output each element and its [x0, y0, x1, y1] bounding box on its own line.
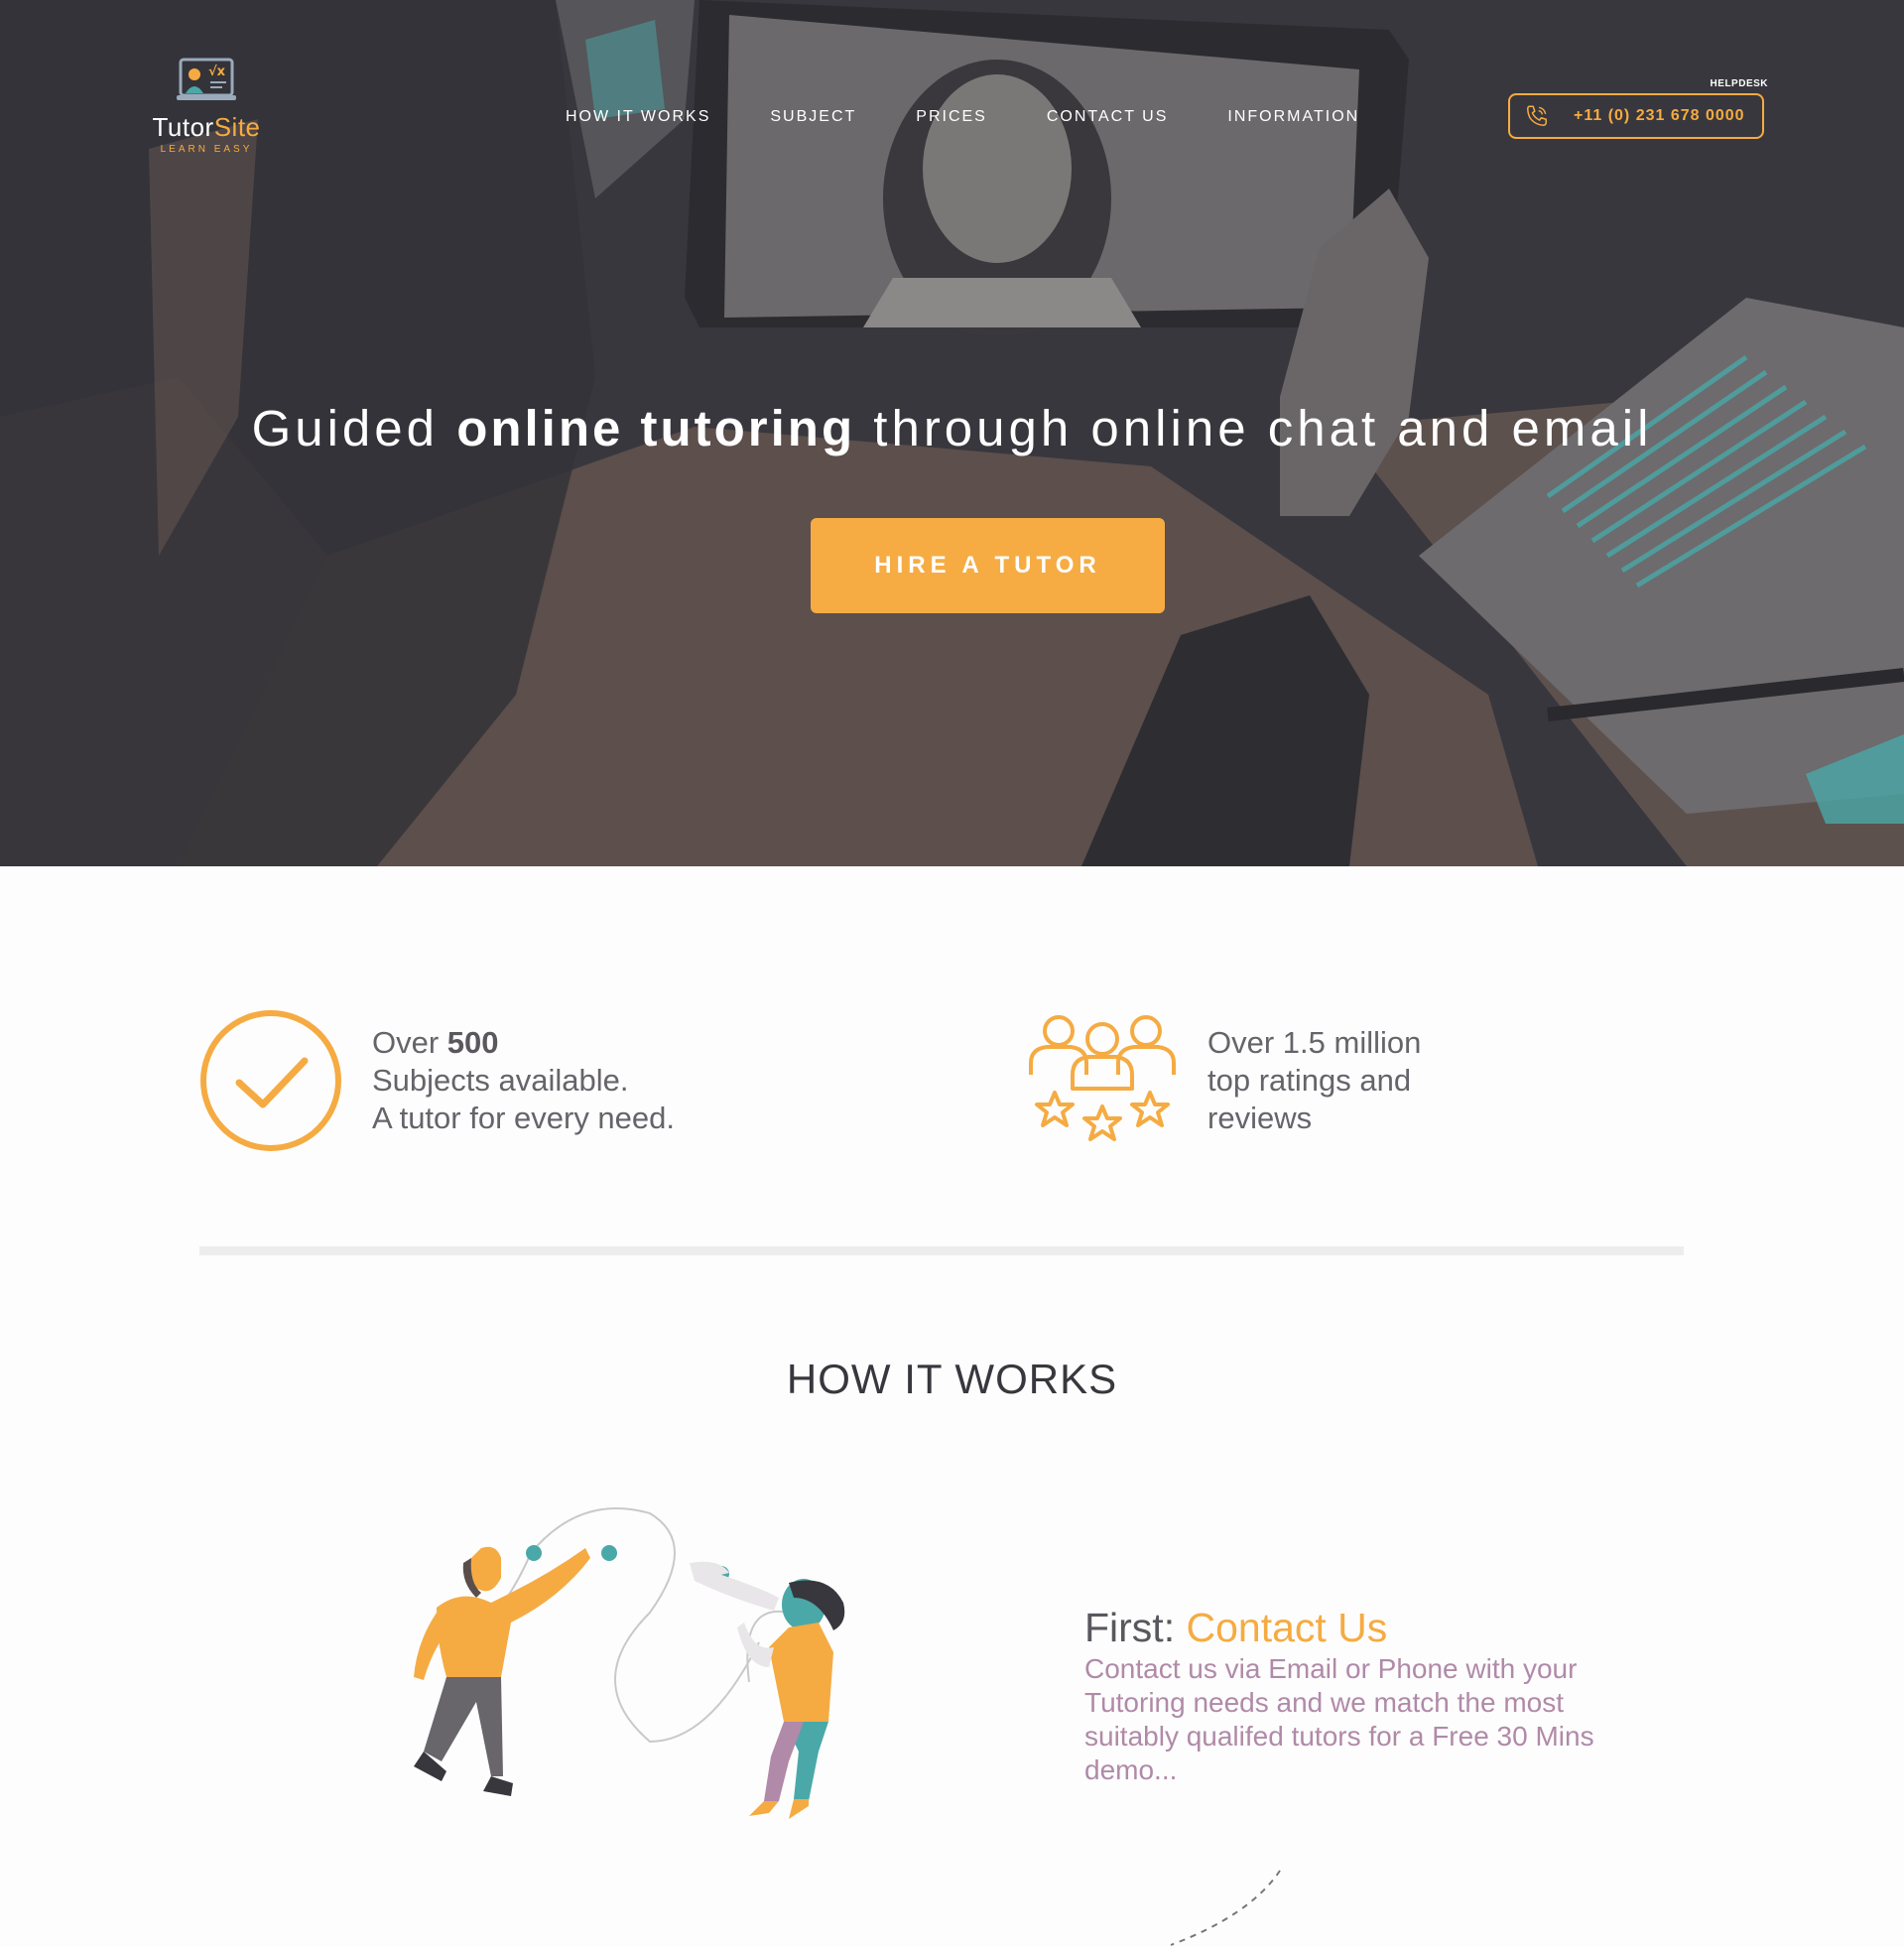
- tutor-screen-logo-icon: √x: [177, 58, 236, 100]
- step-title: First: Contact Us: [1084, 1605, 1387, 1651]
- step-title-accent: Contact Us: [1186, 1605, 1388, 1650]
- stat-subjects-line1: Over 500: [372, 1024, 675, 1062]
- headline-part1: Guided: [251, 400, 457, 456]
- nav-item-how-it-works[interactable]: HOW IT WORKS: [566, 108, 710, 126]
- svg-text:√x: √x: [208, 65, 226, 79]
- logo-tagline: LEARN EASY: [160, 144, 253, 155]
- man-figure: [414, 1546, 590, 1796]
- woman-figure: [690, 1561, 845, 1819]
- main-nav: HOW IT WORKS SUBJECT PRICES CONTACT US I…: [566, 108, 1419, 126]
- stat-ratings-line2: top ratings and: [1207, 1063, 1412, 1098]
- headline-bold: online tutoring: [456, 400, 856, 456]
- logo[interactable]: √x TutorSite LEARN EASY: [145, 58, 268, 155]
- checkmark-circle-icon: [200, 1010, 341, 1151]
- phone-number: +11 (0) 231 678 0000: [1574, 107, 1745, 124]
- stat-ratings-line1: Over 1.5 million: [1207, 1025, 1422, 1060]
- dashed-connector-decoration: [1170, 1870, 1281, 1946]
- step-description: Contact us via Email or Phone with your …: [1084, 1653, 1594, 1785]
- headline-part2: through online chat and email: [855, 400, 1653, 456]
- logo-brand: TutorSite: [145, 112, 268, 143]
- stat-ratings-line3: reviews: [1207, 1101, 1313, 1135]
- hire-a-tutor-button[interactable]: HIRE A TUTOR: [811, 518, 1165, 613]
- step-prefix: First:: [1084, 1605, 1187, 1650]
- contact-illustration: [414, 1507, 845, 1819]
- stat-subjects-count: 500: [446, 1025, 499, 1060]
- stat-subjects-line2: Subjects available.: [372, 1063, 629, 1098]
- logo-brand-part1: Tutor: [152, 112, 214, 142]
- stat-ratings: Over 1.5 million top ratings and reviews: [1027, 1009, 1421, 1152]
- hero-headline: Guided online tutoring through online ch…: [0, 399, 1904, 457]
- stat-subjects-prefix: Over: [372, 1025, 447, 1060]
- how-it-works-title: HOW IT WORKS: [786, 1356, 1118, 1402]
- phone-icon: [1527, 105, 1547, 126]
- logo-brand-part2: Site: [213, 112, 261, 142]
- stat-subjects-text: Over 500 Subjects available. A tutor for…: [372, 1024, 675, 1137]
- stat-subjects: Over 500 Subjects available. A tutor for…: [199, 1009, 675, 1152]
- stat-ratings-text: Over 1.5 million top ratings and reviews: [1207, 1024, 1421, 1137]
- section-divider: [199, 1246, 1684, 1255]
- nav-item-prices[interactable]: PRICES: [916, 108, 987, 126]
- nav-item-contact-us[interactable]: CONTACT US: [1047, 108, 1169, 126]
- nav-item-information[interactable]: INFORMATION: [1227, 108, 1359, 126]
- stat-subjects-line3: A tutor for every need.: [372, 1101, 676, 1135]
- helpdesk-label: HELPDESK: [1710, 78, 1768, 89]
- people-stars-icon: [1029, 1015, 1176, 1141]
- hero-section: √x TutorSite LEARN EASY HOW IT WORKS SUB…: [0, 0, 1904, 866]
- phone-button[interactable]: +11 (0) 231 678 0000: [1508, 93, 1764, 139]
- nav-item-subject[interactable]: SUBJECT: [770, 108, 856, 126]
